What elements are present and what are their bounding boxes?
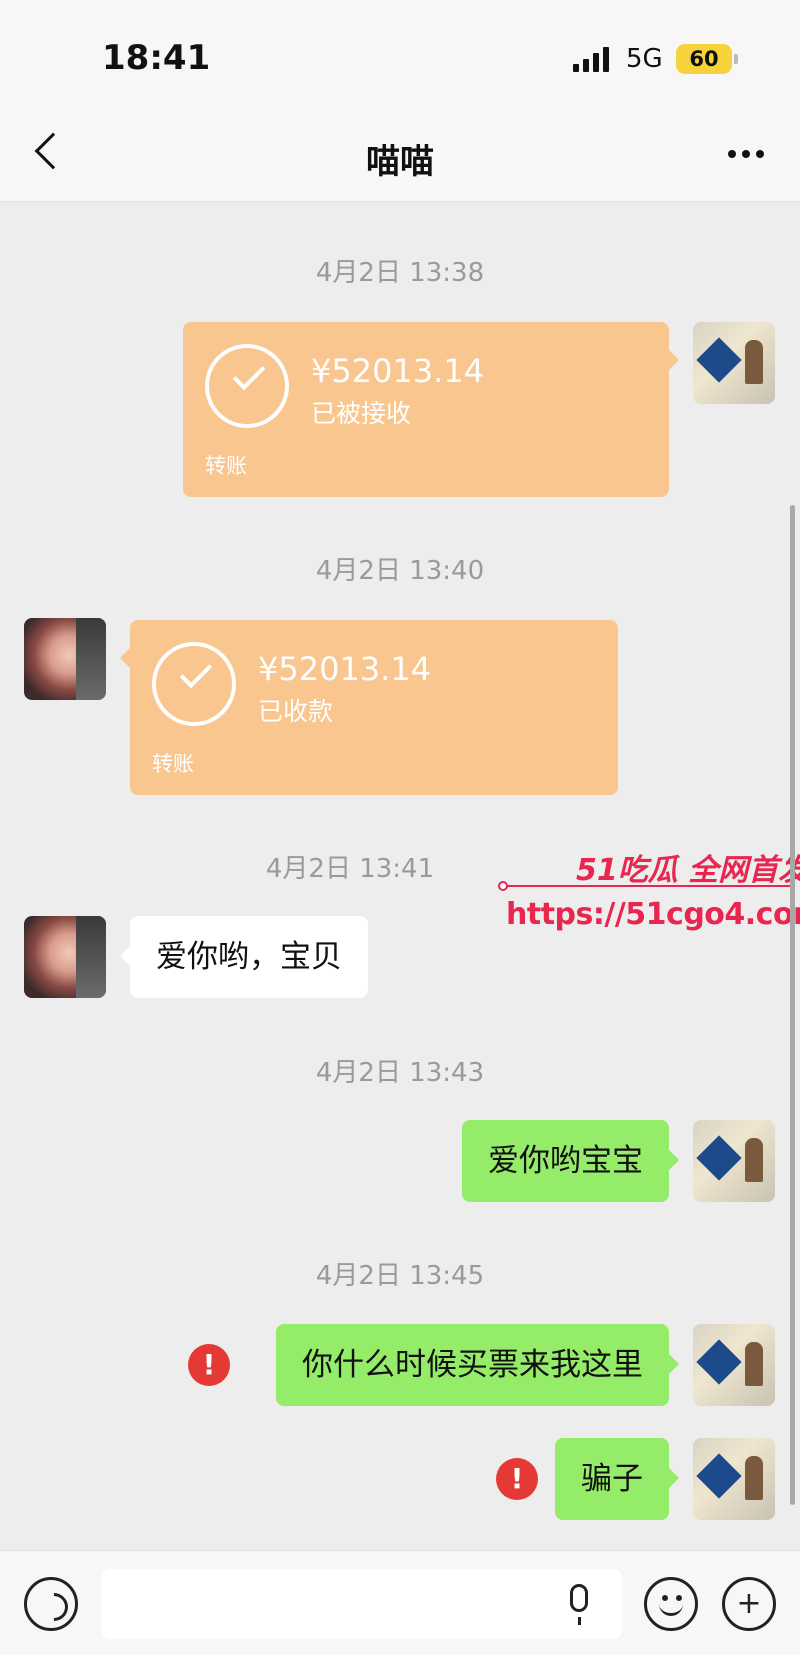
emoji-icon[interactable] [644, 1577, 698, 1631]
message-bubble-sent[interactable]: 骗子 [555, 1438, 679, 1520]
battery-icon: 60 [676, 44, 738, 74]
message-bubble-received[interactable]: 爱你哟，宝贝 [120, 916, 368, 998]
mic-icon[interactable] [570, 1584, 588, 1625]
contact-avatar[interactable] [24, 916, 106, 998]
watermark-url: https://51cgo4.com [506, 897, 800, 932]
watermark: 51吃瓜 全网首发 https://51cgo4.com [498, 845, 800, 935]
contact-avatar[interactable] [24, 618, 106, 700]
my-avatar[interactable] [693, 322, 775, 404]
message-text: 你什么时候买票来我这里 [302, 1347, 643, 1383]
more-icon[interactable] [728, 150, 764, 158]
scrollbar[interactable] [790, 505, 795, 1505]
transfer-status: 已被接收 [311, 399, 412, 428]
transfer-label: 转账 [205, 454, 247, 478]
transfer-label: 转账 [152, 752, 194, 776]
message-timestamp: 4月2日 13:43 [315, 1058, 485, 1088]
my-avatar[interactable] [693, 1120, 775, 1202]
chat-header: 喵喵 [0, 110, 800, 202]
transfer-status: 已收款 [258, 697, 334, 726]
network-label: 5G [626, 44, 663, 74]
watermark-brand: 51吃瓜 全网首发 [576, 853, 800, 888]
input-bar: + [0, 1550, 800, 1655]
voice-icon[interactable] [24, 1577, 78, 1631]
message-text: 骗子 [581, 1461, 643, 1497]
transfer-amount: ¥52013.14 [311, 352, 485, 390]
message-text: 爱你哟宝宝 [488, 1143, 643, 1179]
check-icon [205, 344, 289, 428]
plus-icon[interactable]: + [722, 1577, 776, 1631]
check-icon [152, 642, 236, 726]
chat-title: 喵喵 [366, 142, 434, 182]
transfer-card-sent[interactable]: ¥52013.14 已被接收 转账 [183, 322, 679, 497]
message-timestamp: 4月2日 13:45 [315, 1261, 485, 1291]
error-icon[interactable]: ! [188, 1344, 230, 1386]
status-time: 18:41 [102, 38, 211, 78]
my-avatar[interactable] [693, 1438, 775, 1520]
status-bar: 18:41 5G 60 [0, 0, 800, 110]
message-text: 爱你哟，宝贝 [156, 939, 342, 975]
message-timestamp: 4月2日 13:40 [315, 556, 485, 586]
message-bubble-sent[interactable]: 爱你哟宝宝 [462, 1120, 679, 1202]
transfer-amount: ¥52013.14 [258, 650, 432, 688]
transfer-card-received[interactable]: ¥52013.14 已收款 转账 [120, 620, 618, 795]
signal-icon [573, 46, 609, 72]
message-timestamp: 4月2日 13:38 [315, 258, 485, 288]
my-avatar[interactable] [693, 1324, 775, 1406]
error-icon[interactable]: ! [496, 1458, 538, 1500]
message-bubble-sent[interactable]: 你什么时候买票来我这里 [276, 1324, 679, 1406]
message-input[interactable] [102, 1569, 622, 1639]
